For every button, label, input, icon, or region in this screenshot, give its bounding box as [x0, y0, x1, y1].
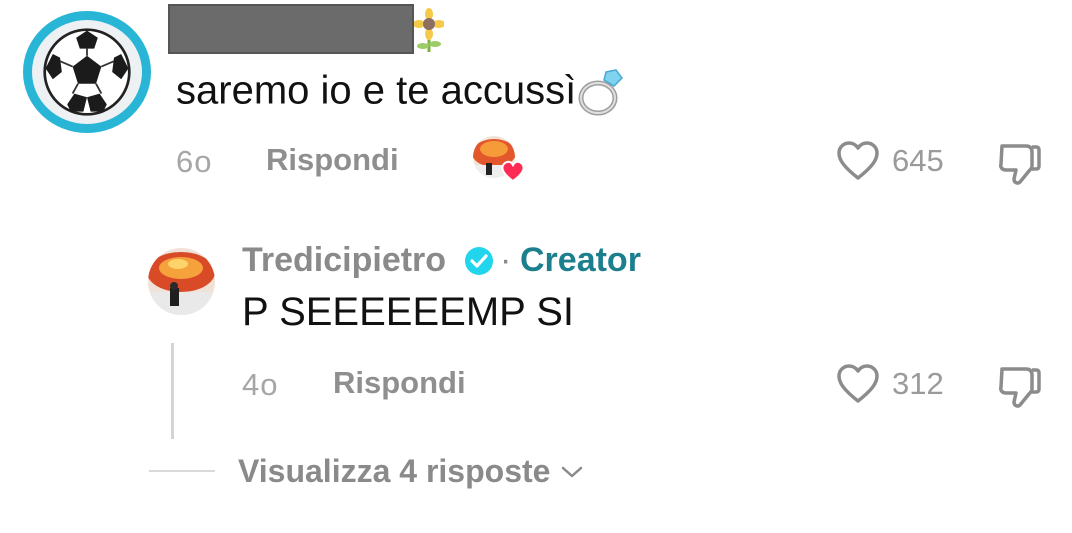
creator-label: Creator: [520, 241, 641, 279]
ring-emoji-icon: [576, 67, 626, 116]
sunflower-emoji-icon: [413, 8, 445, 59]
heart-outline-icon: [837, 364, 879, 403]
replies-divider: [149, 470, 215, 472]
creator-avatar[interactable]: [148, 248, 215, 315]
reply-timestamp: 4o: [242, 367, 279, 402]
chevron-down-icon: [562, 466, 583, 477]
view-replies-button[interactable]: Visualizza 4 risposte: [238, 453, 584, 490]
separator-dot: ·: [500, 241, 512, 279]
liked-by-creator-badge: [472, 135, 525, 183]
reply-button[interactable]: Rispondi: [266, 142, 399, 178]
comment-text: saremo io e te accussì: [176, 64, 626, 116]
creator-username[interactable]: Tredicipietro: [242, 241, 446, 280]
reply-text: P SEEEEEEMP SI: [242, 290, 575, 334]
comment-timestamp: 6o: [176, 144, 213, 179]
reply-like-button[interactable]: [836, 363, 880, 410]
reply-dislike-button[interactable]: [996, 363, 1044, 414]
like-count: 645: [892, 143, 944, 178]
commenter-avatar[interactable]: [23, 11, 151, 133]
reply-thread-line: [171, 343, 174, 439]
verified-badge-icon: [464, 246, 494, 281]
like-button[interactable]: [836, 140, 880, 187]
reply-like-count: 312: [892, 366, 944, 401]
soccer-ball-avatar-image: [32, 20, 142, 124]
comment-body: saremo io e te accussì: [176, 68, 577, 113]
thumbs-down-icon: [999, 367, 1041, 408]
view-replies-label: Visualizza 4 risposte: [238, 453, 551, 489]
dislike-button[interactable]: [996, 140, 1044, 191]
redacted-username[interactable]: [168, 4, 414, 54]
thumbs-down-icon: [999, 144, 1041, 185]
heart-outline-icon: [837, 141, 879, 180]
reply-reply-button[interactable]: Rispondi: [333, 365, 466, 401]
